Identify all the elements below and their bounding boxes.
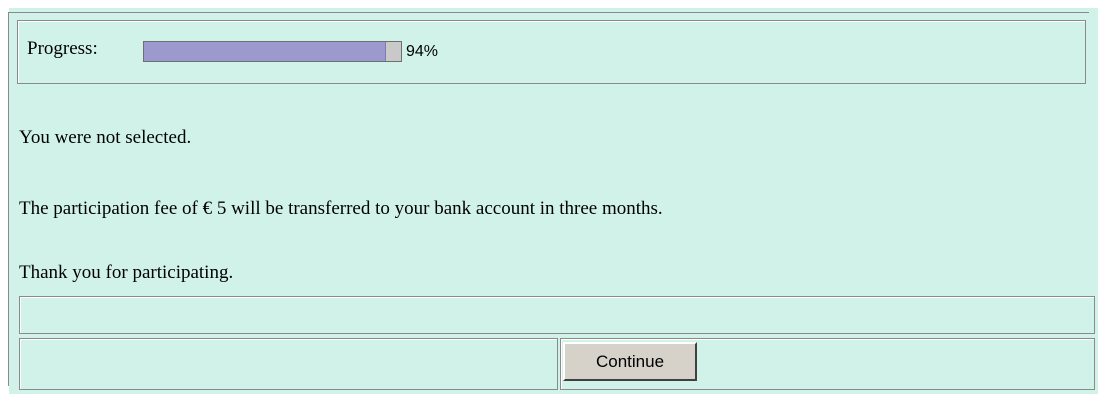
progress-label: Progress:	[27, 38, 98, 59]
spacer-row	[19, 296, 1095, 334]
progress-bar	[143, 41, 402, 62]
fee-message: The participation fee of € 5 will be tra…	[19, 198, 663, 219]
result-message: You were not selected.	[19, 127, 192, 148]
button-row-left-cell	[19, 338, 558, 390]
continue-button[interactable]: Continue	[563, 342, 697, 381]
progress-percent: 94%	[406, 43, 439, 60]
progress-bar-fill	[144, 42, 386, 61]
thanks-message: Thank you for participating.	[19, 262, 234, 283]
